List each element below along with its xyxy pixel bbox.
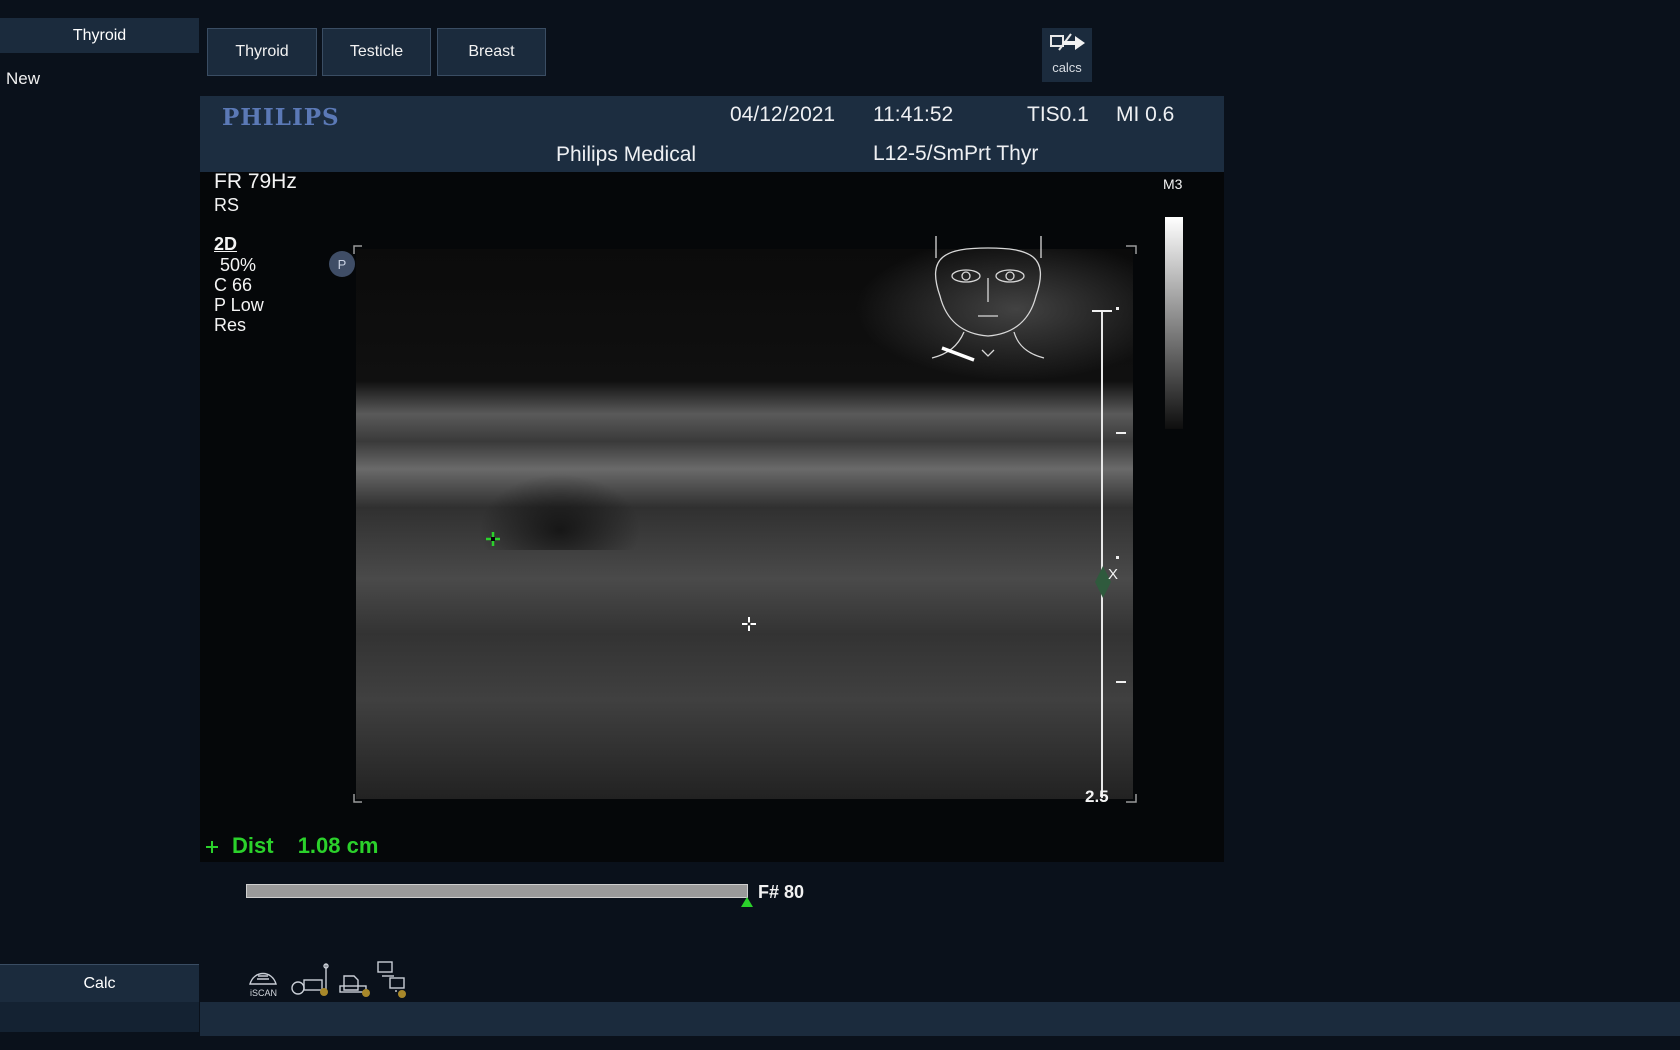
iscan-label: iSCAN: [250, 988, 278, 998]
depth-dot: [1116, 556, 1119, 559]
tab-thyroid[interactable]: Thyroid: [207, 28, 317, 76]
new-item[interactable]: New: [6, 69, 40, 89]
calc-button[interactable]: Calc: [0, 964, 199, 1002]
thyroid-bodymark-icon: [931, 236, 1045, 362]
measurement-value: 1.08 cm: [297, 833, 379, 858]
frame-number: F# 80: [758, 882, 805, 902]
calcs-button[interactable]: calcs: [1042, 28, 1092, 82]
frame-pointer-icon[interactable]: [741, 897, 753, 907]
caliper-small-icon: [206, 841, 218, 854]
depth-tick: [1116, 681, 1126, 683]
calcs-label: calcs: [1052, 60, 1082, 75]
grayscale-bar: [1165, 217, 1183, 429]
depth-dot: [1116, 307, 1119, 310]
cine-frame-slider[interactable]: [246, 884, 748, 898]
tab-breast[interactable]: Breast: [437, 28, 546, 76]
measurement-label: Dist: [232, 833, 274, 858]
gain-value: 50%: [220, 255, 257, 275]
left-bottom-panel: [0, 1002, 199, 1032]
institution-name: Philips Medical: [556, 143, 697, 166]
cursor-cross-icon[interactable]: [741, 616, 757, 632]
compression-value: C 66: [214, 275, 253, 295]
calcs-arrow-icon: [1050, 33, 1085, 51]
resolution-value: Res: [214, 315, 247, 335]
depth-value: 2.5: [1085, 787, 1109, 806]
transducer-preset: L12-5/SmPrt Thyr: [873, 142, 1039, 165]
philips-logo: PHILIPS: [222, 104, 340, 131]
printer-icon: [339, 975, 370, 997]
tab-testicle[interactable]: Testicle: [322, 28, 431, 76]
iscan-icon: [249, 972, 277, 985]
network-icon: [377, 961, 406, 998]
depth-tick: [1116, 432, 1126, 434]
map-label: M3: [1163, 176, 1183, 192]
mode-2d: 2D: [214, 234, 238, 254]
preset-header: Thyroid: [0, 18, 199, 53]
tis-value: TIS0.1: [1027, 103, 1089, 126]
depth-tick-top: [1092, 310, 1112, 312]
system-status-icons: iSCAN: [246, 956, 416, 1003]
measurement-readout: Dist 1.08 cm: [206, 833, 378, 859]
bottom-status-bar: [200, 1002, 1680, 1036]
exam-date: 04/12/2021: [730, 103, 836, 126]
transducer-icon: [291, 963, 329, 996]
focus-marker-label: X: [1108, 566, 1119, 583]
depth-scale: [1101, 310, 1103, 798]
rs-label: RS: [214, 195, 240, 215]
frame-rate: FR 79Hz: [214, 170, 297, 193]
persistence-value: P Low: [214, 295, 264, 315]
caliper-green-icon[interactable]: [485, 531, 501, 547]
exam-time: 11:41:52: [873, 103, 954, 126]
mi-value: MI 0.6: [1116, 103, 1175, 126]
